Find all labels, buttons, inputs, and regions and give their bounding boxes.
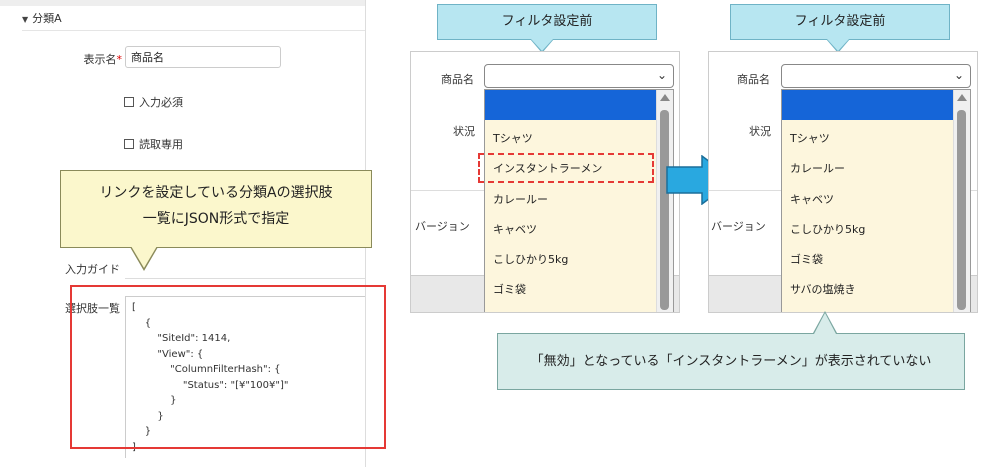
selected-blank-option[interactable] (485, 90, 658, 120)
after-form-panel: 商品名 状況 バージョン ⌄ Tシャツ カレールー キャベツ こしひかり5kg … (708, 51, 978, 313)
dropdown-scrollbar[interactable] (953, 90, 970, 312)
required-mark: * (116, 53, 123, 66)
section-title: 分類A (32, 12, 62, 25)
product-dropdown-list[interactable]: Tシャツ カレールー キャベツ こしひかり5kg ゴミ袋 サバの塩焼き (781, 89, 971, 312)
dropdown-option[interactable]: こしひかり5kg (493, 251, 568, 267)
read-only-label: 読取専用 (139, 138, 183, 151)
section-header[interactable]: ▼ 分類A (22, 8, 365, 31)
scroll-thumb[interactable] (660, 110, 669, 310)
before-banner: フィルタ設定前 (437, 4, 657, 40)
scroll-up-icon[interactable] (660, 94, 670, 101)
product-dropdown-list[interactable]: Tシャツ インスタントラーメン カレールー キャベツ こしひかり5kg ゴミ袋 (484, 89, 674, 312)
scroll-up-icon[interactable] (957, 94, 967, 101)
version-label: バージョン (711, 220, 766, 233)
dropdown-option[interactable]: カレールー (493, 191, 548, 207)
dropdown-option[interactable]: カレールー (790, 160, 845, 176)
json-highlight-box (70, 285, 386, 449)
input-required-checkbox[interactable]: 入力必須 (124, 94, 183, 110)
input-guide-field[interactable] (125, 258, 365, 279)
collapse-triangle-icon[interactable]: ▼ (22, 15, 28, 24)
dropdown-option[interactable]: キャベツ (493, 221, 537, 237)
read-only-checkbox[interactable]: 読取専用 (124, 136, 183, 152)
product-label: 商品名 (441, 73, 474, 86)
after-banner: フィルタ設定前 (730, 4, 950, 40)
chevron-down-icon[interactable]: ⌄ (657, 68, 667, 82)
removed-item-highlight (478, 153, 654, 183)
selected-blank-option[interactable] (782, 90, 955, 120)
input-guide-label: 入力ガイド (65, 263, 120, 276)
dropdown-option[interactable]: Tシャツ (790, 130, 830, 146)
callout-line-1: リンクを設定している分類Aの選択肢 (99, 185, 333, 201)
callout-line-2: 一覧にJSON形式で指定 (142, 211, 290, 227)
after-banner-tail-inner (827, 39, 849, 51)
checkbox-box[interactable] (124, 139, 134, 149)
before-banner-tail-inner (531, 39, 553, 51)
product-select[interactable]: ⌄ (484, 64, 674, 88)
product-label: 商品名 (737, 73, 770, 86)
callout-tail-inner (131, 246, 157, 268)
callout-note: リンクを設定している分類Aの選択肢 一覧にJSON形式で指定 (60, 170, 372, 248)
product-select[interactable]: ⌄ (781, 64, 971, 88)
checkbox-box[interactable] (124, 97, 134, 107)
chevron-down-icon[interactable]: ⌄ (954, 68, 964, 82)
scroll-thumb[interactable] (957, 110, 966, 310)
note-tail-inner (814, 313, 836, 334)
status-label: 状況 (749, 125, 771, 138)
dropdown-option[interactable]: ゴミ袋 (493, 281, 526, 297)
version-label: バージョン (415, 220, 470, 233)
dropdown-option[interactable]: サバの塩焼き (790, 281, 856, 297)
dropdown-option[interactable]: こしひかり5kg (790, 221, 865, 237)
display-name-label: 表示名* (83, 53, 123, 66)
dropdown-option[interactable]: Tシャツ (493, 130, 533, 146)
display-name-input[interactable]: 商品名 (125, 46, 281, 68)
result-note: 「無効」となっている「インスタントラーメン」が表示されていない (497, 333, 965, 390)
input-required-label: 入力必須 (139, 96, 183, 109)
status-label: 状況 (453, 125, 475, 138)
dropdown-option[interactable]: キャベツ (790, 191, 834, 207)
panel-top-strip (0, 0, 365, 6)
dropdown-option[interactable]: ゴミ袋 (790, 251, 823, 267)
